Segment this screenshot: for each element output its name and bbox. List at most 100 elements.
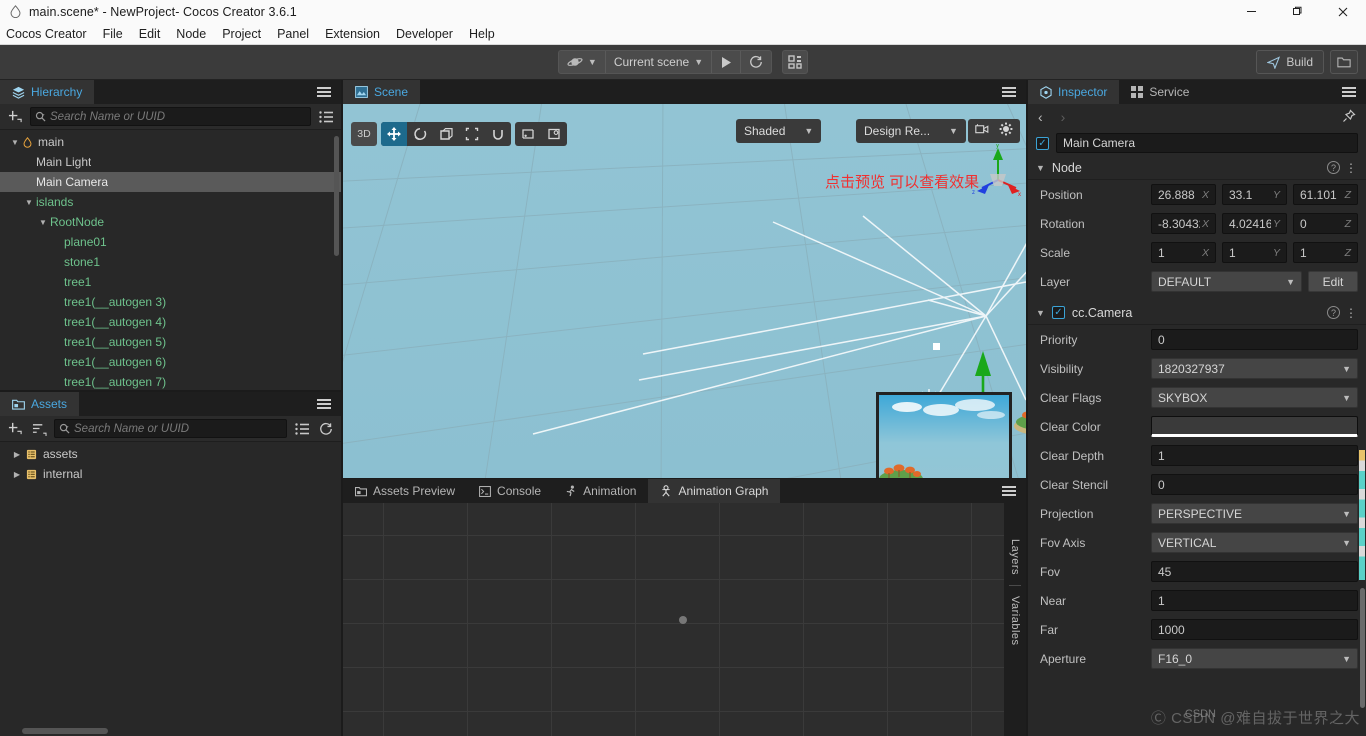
tab-assets[interactable]: Assets xyxy=(0,392,80,416)
close-button[interactable] xyxy=(1320,0,1366,23)
fov-axis-select[interactable]: VERTICAL ▼ xyxy=(1151,532,1358,553)
scale-y-field[interactable]: 1 Y xyxy=(1222,242,1287,263)
vtab-layers[interactable]: Layers xyxy=(1009,529,1021,585)
hierarchy-node-tree1-autogen-7-[interactable]: tree1(__autogen 7) xyxy=(0,372,341,390)
refresh-button[interactable] xyxy=(741,51,771,73)
hierarchy-node-islands[interactable]: ▼ islands xyxy=(0,192,341,212)
splitter-left[interactable] xyxy=(341,80,343,736)
assets-tree[interactable]: ▶ assets ▶ internal xyxy=(0,444,341,736)
splitter-hierarchy-assets[interactable] xyxy=(0,390,341,392)
platform-selector[interactable]: ▼ xyxy=(559,51,606,73)
asset-row-internal[interactable]: ▶ internal xyxy=(0,464,341,484)
priority-input[interactable]: 0 xyxy=(1151,329,1358,350)
hierarchy-tree[interactable]: ▼ main Main Light Main Camera ▼ islands ▼ RootN… xyxy=(0,132,341,390)
hierarchy-node-tree1-autogen-6-[interactable]: tree1(__autogen 6) xyxy=(0,352,341,372)
projection-select[interactable]: PERSPECTIVE ▼ xyxy=(1151,503,1358,524)
visibility-select[interactable]: 1820327937 ▼ xyxy=(1151,358,1358,379)
scale-z-field[interactable]: 1 Z xyxy=(1293,242,1358,263)
assets-list-view-icon[interactable] xyxy=(293,420,311,438)
layer-edit-button[interactable]: Edit xyxy=(1308,271,1358,292)
bottom-menu-button[interactable] xyxy=(998,479,1020,503)
hierarchy-node-main-light[interactable]: Main Light xyxy=(0,152,341,172)
splitter-right[interactable] xyxy=(1026,80,1028,736)
node-enabled-checkbox[interactable]: ✓ xyxy=(1036,136,1049,150)
minimize-button[interactable] xyxy=(1228,0,1274,23)
camera-icon[interactable] xyxy=(975,122,989,140)
tab-inspector[interactable]: Inspector xyxy=(1028,80,1120,104)
inspector-scrollbar[interactable] xyxy=(1360,588,1365,708)
design-resolution-selector[interactable]: Design Re... ▼ xyxy=(856,119,966,143)
hierarchy-node-stone1[interactable]: stone1 xyxy=(0,252,341,272)
assets-search-input[interactable] xyxy=(74,422,282,435)
twisty-collapsed-icon[interactable]: ▶ xyxy=(10,470,24,479)
menu-item-node[interactable]: Node xyxy=(168,23,214,45)
scene-menu-button[interactable] xyxy=(998,80,1020,104)
pivot-toggle[interactable] xyxy=(515,122,541,146)
hierarchy-list-view-icon[interactable] xyxy=(317,108,335,126)
tab-scene[interactable]: Scene xyxy=(343,80,421,104)
menu-item-file[interactable]: File xyxy=(95,23,131,45)
kebab-menu-icon[interactable]: ⋮ xyxy=(1345,306,1357,320)
nav-back-button[interactable]: ‹ xyxy=(1038,109,1043,125)
add-asset-icon[interactable] xyxy=(6,420,24,438)
twisty-expanded-icon[interactable]: ▼ xyxy=(36,218,50,227)
clear-stencil-input[interactable]: 0 xyxy=(1151,474,1358,495)
node-name-input[interactable]: Main Camera xyxy=(1056,133,1358,153)
position-x-field[interactable]: 26.888 X xyxy=(1151,184,1216,205)
open-project-folder-button[interactable] xyxy=(1330,50,1358,74)
rotation-y-field[interactable]: 4.024165 Y xyxy=(1222,213,1287,234)
scene-3d-toggle[interactable]: 3D xyxy=(351,122,377,146)
scene-viewport[interactable]: 点击预览 可以查看效果 y x z 3D Shaded ▼ Design Re.… xyxy=(343,104,1026,478)
tab-hierarchy[interactable]: Hierarchy xyxy=(0,80,95,104)
tab-assets-preview[interactable]: Assets Preview xyxy=(343,479,468,503)
menu-item-extension[interactable]: Extension xyxy=(317,23,388,45)
menu-item-developer[interactable]: Developer xyxy=(388,23,461,45)
hierarchy-node-main[interactable]: ▼ main xyxy=(0,132,341,152)
vtab-variables[interactable]: Variables xyxy=(1009,586,1021,656)
assets-menu-button[interactable] xyxy=(313,392,335,416)
hierarchy-node-tree1-autogen-3-[interactable]: tree1(__autogen 3) xyxy=(0,292,341,312)
hierarchy-search-input[interactable] xyxy=(50,110,306,123)
maximize-button[interactable] xyxy=(1274,0,1320,23)
rotation-x-field[interactable]: -8.30432 X xyxy=(1151,213,1216,234)
tab-animation[interactable]: Animation xyxy=(553,479,649,503)
twisty-expanded-icon[interactable]: ▼ xyxy=(8,138,22,147)
shading-mode-selector[interactable]: Shaded ▼ xyxy=(736,119,822,143)
assets-refresh-icon[interactable] xyxy=(317,420,335,438)
tab-service[interactable]: Service xyxy=(1119,80,1202,104)
animation-graph-canvas[interactable]: Layers Variables xyxy=(343,503,1026,736)
camera-enabled-checkbox[interactable]: ✓ xyxy=(1051,306,1065,319)
splitter-scene-bottom[interactable] xyxy=(343,478,1026,479)
assets-horizontal-scrollbar[interactable] xyxy=(22,728,108,734)
clear-flags-select[interactable]: SKYBOX ▼ xyxy=(1151,387,1358,408)
clear-depth-input[interactable]: 1 xyxy=(1151,445,1358,466)
layer-select[interactable]: DEFAULT ▼ xyxy=(1151,271,1302,292)
aperture-select[interactable]: F16_0 ▼ xyxy=(1151,648,1358,669)
inspector-gradient-scrollbar[interactable] xyxy=(1359,450,1365,580)
hierarchy-node-tree1[interactable]: tree1 xyxy=(0,272,341,292)
menu-item-edit[interactable]: Edit xyxy=(131,23,169,45)
position-y-field[interactable]: 33.1 Y xyxy=(1222,184,1287,205)
position-z-field[interactable]: 61.101 Z xyxy=(1293,184,1358,205)
kebab-menu-icon[interactable]: ⋮ xyxy=(1345,161,1357,175)
menu-item-help[interactable]: Help xyxy=(461,23,503,45)
coord-toggle[interactable] xyxy=(541,122,567,146)
build-button[interactable]: Build xyxy=(1256,50,1324,74)
hierarchy-node-tree1-autogen-5-[interactable]: tree1(__autogen 5) xyxy=(0,332,341,352)
device-preview-button[interactable] xyxy=(782,50,809,74)
assets-search-box[interactable] xyxy=(54,419,287,438)
rect-tool[interactable] xyxy=(459,122,485,146)
axis-gizmo[interactable]: y x z xyxy=(968,144,1024,196)
hierarchy-search-box[interactable] xyxy=(30,107,311,126)
node-section-header[interactable]: ▼ Node ? ⋮ xyxy=(1028,156,1366,180)
question-circle-icon[interactable]: ? xyxy=(1327,161,1340,174)
rotate-tool[interactable] xyxy=(407,122,433,146)
clear-color-swatch[interactable] xyxy=(1151,416,1358,437)
add-node-icon[interactable] xyxy=(6,108,24,126)
menu-item-cocos-creator[interactable]: Cocos Creator xyxy=(0,23,95,45)
hierarchy-node-plane01[interactable]: plane01 xyxy=(0,232,341,252)
nav-forward-button[interactable]: › xyxy=(1061,109,1066,125)
rotation-z-field[interactable]: 0 Z xyxy=(1293,213,1358,234)
hierarchy-node-tree1-autogen-4-[interactable]: tree1(__autogen 4) xyxy=(0,312,341,332)
question-circle-icon[interactable]: ? xyxy=(1327,306,1340,319)
